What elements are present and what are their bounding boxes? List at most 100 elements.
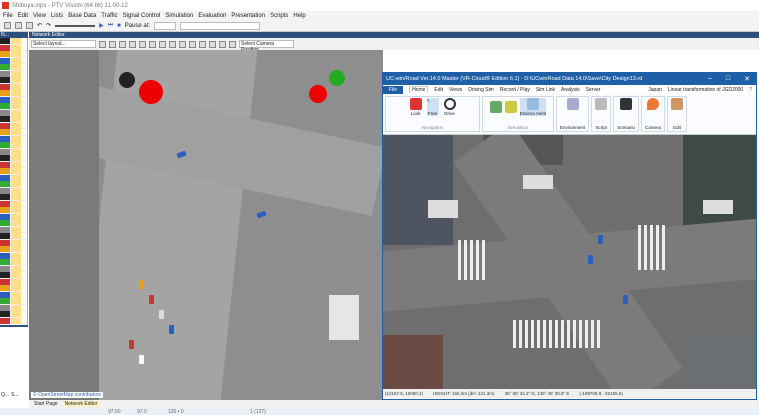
tab-quick-view[interactable]: Q...	[1, 392, 9, 398]
tab-views[interactable]: Views	[449, 87, 462, 93]
visibility-toggle[interactable]	[11, 51, 21, 57]
visibility-toggle[interactable]	[11, 233, 21, 239]
visibility-toggle[interactable]	[11, 246, 21, 252]
3d-viewport[interactable]	[383, 135, 756, 389]
visibility-toggle[interactable]	[11, 135, 21, 142]
menu-scripts[interactable]: Scripts	[270, 13, 288, 19]
undo-icon[interactable]: ↶	[37, 22, 42, 29]
visibility-toggle[interactable]	[11, 109, 21, 116]
drive-button[interactable]: Drive	[443, 98, 456, 116]
visibility-toggle[interactable]	[11, 213, 21, 220]
network-object-type[interactable]	[0, 317, 27, 324]
visibility-toggle[interactable]	[11, 265, 21, 272]
environment-button[interactable]: Environ ment	[519, 98, 547, 116]
visibility-toggle[interactable]	[11, 174, 21, 181]
toolbar-icon[interactable]	[219, 40, 226, 48]
free-button[interactable]: ↖ Free	[426, 98, 439, 116]
menu-base-data[interactable]: Base Data	[68, 13, 96, 19]
help-icon[interactable]: ?	[749, 87, 756, 93]
tab-smart-map[interactable]: S...	[11, 392, 19, 398]
tab-network-editor[interactable]: Network Editor	[62, 401, 100, 407]
visibility-toggle[interactable]	[11, 57, 21, 64]
visibility-toggle[interactable]	[11, 161, 21, 168]
visibility-toggle[interactable]	[11, 142, 21, 148]
visibility-toggle[interactable]	[11, 122, 21, 129]
camera-group[interactable]: Camera	[641, 96, 666, 132]
visibility-toggle[interactable]	[11, 116, 21, 122]
toolbar-icon[interactable]	[179, 40, 186, 48]
toolbar-icon[interactable]	[149, 40, 156, 48]
visibility-toggle[interactable]	[11, 38, 21, 44]
visibility-toggle[interactable]	[11, 298, 21, 304]
visibility-toggle[interactable]	[11, 70, 21, 77]
tab-driving-sim[interactable]: Driving Sim	[468, 87, 494, 93]
visibility-toggle[interactable]	[11, 259, 21, 265]
menu-help[interactable]: Help	[293, 13, 305, 19]
menu-signal-control[interactable]: Signal Control	[123, 13, 161, 19]
menu-lists[interactable]: Lists	[51, 13, 63, 19]
tab-edit[interactable]: Edit	[434, 87, 443, 93]
toolbar-icon[interactable]	[109, 40, 116, 48]
toolbar-icon[interactable]	[99, 40, 106, 48]
look-button[interactable]: Look	[409, 98, 422, 116]
network-editor-map[interactable]: © OpenStreetMap contributors	[29, 50, 383, 400]
pause-at-input[interactable]	[154, 21, 177, 30]
menu-presentation[interactable]: Presentation	[231, 13, 265, 19]
visibility-toggle[interactable]	[11, 207, 21, 213]
tab-record-play[interactable]: Record / Play	[500, 87, 530, 93]
visibility-toggle[interactable]	[11, 291, 21, 298]
dropdown[interactable]	[180, 21, 261, 30]
tab-server[interactable]: Server	[586, 87, 601, 93]
menu-view[interactable]: View	[33, 13, 46, 19]
step-icon[interactable]: ⏭	[108, 22, 113, 29]
visibility-toggle[interactable]	[11, 200, 21, 207]
visibility-toggle[interactable]	[11, 155, 21, 161]
stop-icon[interactable]: ■	[117, 23, 121, 29]
script-group[interactable]: Script	[591, 96, 612, 132]
visibility-toggle[interactable]	[11, 64, 21, 70]
toolbar-icon[interactable]	[209, 40, 216, 48]
visibility-toggle[interactable]	[11, 44, 21, 51]
environment-group[interactable]: Environment	[556, 96, 590, 132]
speed-slider[interactable]	[55, 24, 96, 27]
visibility-toggle[interactable]	[11, 239, 21, 246]
minimize-icon[interactable]: –	[708, 75, 712, 83]
tab-home[interactable]: Home	[409, 86, 429, 93]
toolbar-icon[interactable]	[199, 40, 206, 48]
visibility-toggle[interactable]	[11, 148, 21, 155]
visibility-toggle[interactable]	[11, 77, 21, 83]
visibility-toggle[interactable]	[11, 83, 21, 90]
visibility-toggle[interactable]	[11, 220, 21, 226]
visibility-toggle[interactable]	[11, 168, 21, 174]
menu-edit[interactable]: Edit	[18, 13, 28, 19]
save-icon[interactable]	[26, 22, 33, 29]
visibility-toggle[interactable]	[11, 194, 21, 200]
visibility-toggle[interactable]	[11, 181, 21, 187]
visibility-toggle[interactable]	[11, 278, 21, 285]
visibility-toggle[interactable]	[11, 272, 21, 278]
select-layout-dropdown[interactable]: Select layout...	[31, 40, 96, 48]
redo-icon[interactable]: ↷	[46, 22, 51, 29]
toolbar-icon[interactable]	[169, 40, 176, 48]
visibility-toggle[interactable]	[11, 129, 21, 135]
scenario-group[interactable]: Scenario	[613, 96, 640, 132]
visibility-toggle[interactable]	[11, 311, 21, 317]
globe-icon[interactable]	[119, 40, 126, 48]
tab-analysis[interactable]: Analysis	[561, 87, 580, 93]
zoom-icon[interactable]	[159, 40, 166, 48]
close-icon[interactable]: ✕	[744, 75, 750, 83]
menu-evaluation[interactable]: Evaluation	[198, 13, 226, 19]
visibility-toggle[interactable]	[11, 90, 21, 96]
toolbar-icon[interactable]	[189, 40, 196, 48]
toolbar-icon[interactable]	[229, 40, 236, 48]
visibility-toggle[interactable]	[11, 187, 21, 194]
visibility-toggle[interactable]	[11, 317, 21, 324]
visibility-toggle[interactable]	[11, 304, 21, 311]
tab-sim-link[interactable]: Sim Link	[536, 87, 555, 93]
edit-group[interactable]: Edit	[667, 96, 688, 132]
open-icon[interactable]	[15, 22, 22, 29]
menu-simulation[interactable]: Simulation	[165, 13, 193, 19]
menu-file[interactable]: File	[3, 13, 13, 19]
visibility-toggle[interactable]	[11, 103, 21, 109]
camera-position-dropdown[interactable]: Select Camera Position	[239, 40, 294, 53]
